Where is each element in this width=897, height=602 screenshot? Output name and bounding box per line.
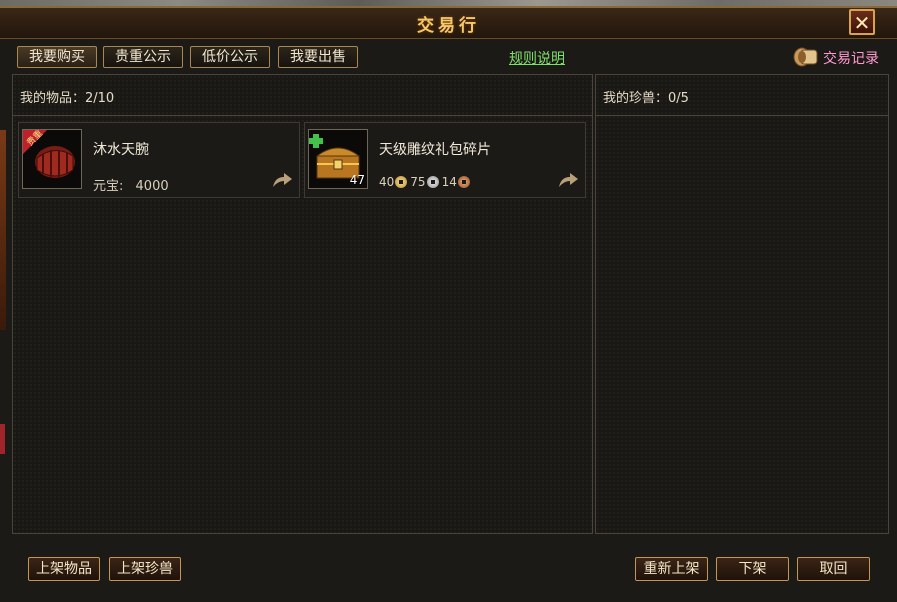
- list-item[interactable]: 47 天级雕纹礼包碎片 40 75 14: [304, 122, 586, 198]
- tab-valuable-notice[interactable]: 贵重公示: [103, 46, 183, 68]
- list-item-button[interactable]: 上架物品: [28, 557, 100, 581]
- my-items-header: 我的物品：2/10: [13, 75, 592, 116]
- share-arrow-icon[interactable]: [557, 171, 579, 189]
- treasure-chest-icon: 47: [308, 129, 368, 189]
- copper-amount: 14: [441, 175, 457, 189]
- item-name: 沐水天腕: [93, 142, 149, 158]
- silver-amount: 75: [410, 175, 426, 189]
- copper-coin-icon: [457, 176, 470, 188]
- trade-records-label: 交易记录: [823, 51, 879, 67]
- scroll-icon: [793, 47, 818, 67]
- list-item[interactable]: 贵重 沐水天腕 元宝: 4000: [18, 122, 300, 198]
- tab-buy[interactable]: 我要购买: [17, 46, 97, 68]
- gold-amount: 40: [379, 175, 395, 189]
- item-count: 47: [349, 173, 365, 187]
- delist-button[interactable]: 下架: [716, 557, 789, 581]
- share-arrow-icon[interactable]: [271, 171, 293, 189]
- list-pet-button[interactable]: 上架珍兽: [109, 557, 181, 581]
- silver-coin-icon: [426, 176, 439, 188]
- relist-button[interactable]: 重新上架: [635, 557, 708, 581]
- rules-link[interactable]: 规则说明: [509, 48, 565, 68]
- gold-coin-icon: [395, 176, 408, 188]
- side-decoration-red: [0, 424, 5, 454]
- my-pets-count: 我的珍兽：0/5: [603, 91, 689, 106]
- window-title: 交易行: [417, 16, 480, 36]
- tab-sell[interactable]: 我要出售: [278, 46, 358, 68]
- my-items-panel: 我的物品：2/10 贵重 沐水天腕 元宝: 4000 47 天级雕纹礼包碎片 4…: [12, 74, 593, 534]
- item-price: 元宝: 4000: [93, 175, 169, 194]
- my-items-count: 我的物品：2/10: [20, 91, 115, 106]
- retrieve-button[interactable]: 取回: [797, 557, 870, 581]
- close-button[interactable]: ✕: [849, 9, 875, 35]
- tab-low-price-notice[interactable]: 低价公示: [190, 46, 270, 68]
- item-name: 天级雕纹礼包碎片: [379, 142, 491, 158]
- my-pets-panel: 我的珍兽：0/5: [595, 74, 889, 534]
- price-value: 4000: [135, 179, 169, 194]
- bracer-icon: 贵重: [22, 127, 82, 189]
- price-label: 元宝:: [93, 179, 124, 194]
- item-price-coins: 40 75 14: [379, 175, 473, 189]
- my-pets-header: 我的珍兽：0/5: [596, 75, 888, 116]
- side-decoration: [0, 130, 6, 330]
